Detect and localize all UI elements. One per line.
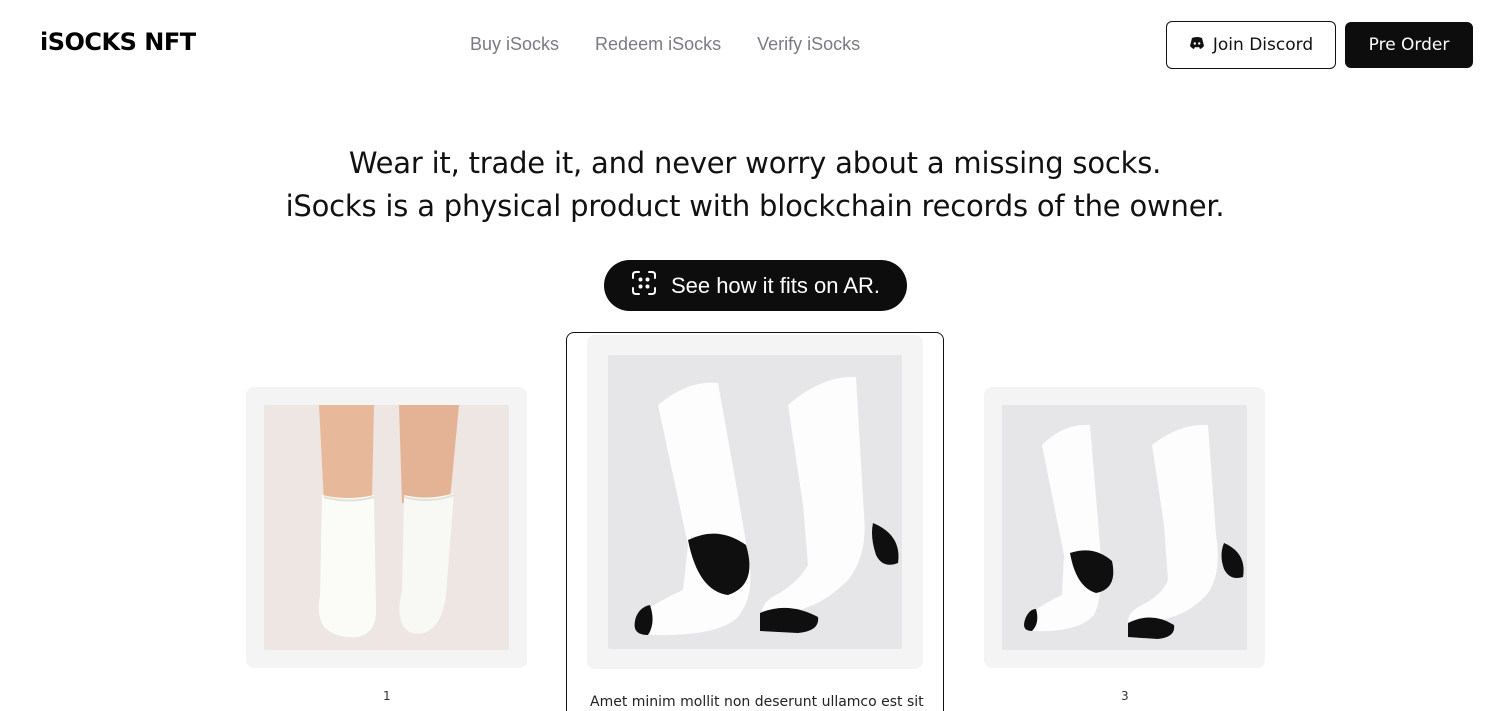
ar-try-on-button[interactable]: See how it fits on AR. — [604, 260, 907, 311]
nav-buy-isocks[interactable]: Buy iSocks — [470, 34, 559, 55]
product-caption-1: 1 — [383, 689, 391, 703]
product-card-2-selected[interactable]: Amet minim mollit non deserunt ullamco e… — [566, 332, 944, 711]
product-image-legs-white-socks — [264, 405, 509, 650]
product-description: Amet minim mollit non deserunt ullamco e… — [590, 694, 924, 710]
hero-line-1: Wear it, trade it, and never worry about… — [348, 146, 1162, 180]
join-discord-button[interactable]: Join Discord — [1166, 21, 1336, 69]
discord-icon — [1189, 35, 1205, 55]
ar-button-label: See how it fits on AR. — [670, 272, 881, 298]
ar-scan-icon — [631, 270, 657, 302]
hero-headline: Wear it, trade it, and never worry about… — [0, 142, 1510, 228]
product-card-1[interactable] — [246, 387, 527, 668]
nav-redeem-isocks[interactable]: Redeem iSocks — [595, 34, 721, 55]
pre-order-button[interactable]: Pre Order — [1345, 22, 1473, 68]
product-image-white-black-socks — [608, 355, 902, 649]
product-image-socks-side — [1002, 405, 1247, 650]
nav-verify-isocks[interactable]: Verify iSocks — [757, 34, 860, 55]
product-card-2-inner — [587, 335, 923, 669]
main-nav: Buy iSocks Redeem iSocks Verify iSocks — [470, 34, 860, 55]
product-caption-3: 3 — [1121, 689, 1129, 703]
join-discord-label: Join Discord — [1212, 35, 1314, 55]
logo[interactable]: iSOCKS NFT — [40, 28, 196, 56]
product-card-3[interactable] — [984, 387, 1265, 668]
hero-line-2: iSocks is a physical product with blockc… — [285, 189, 1225, 223]
